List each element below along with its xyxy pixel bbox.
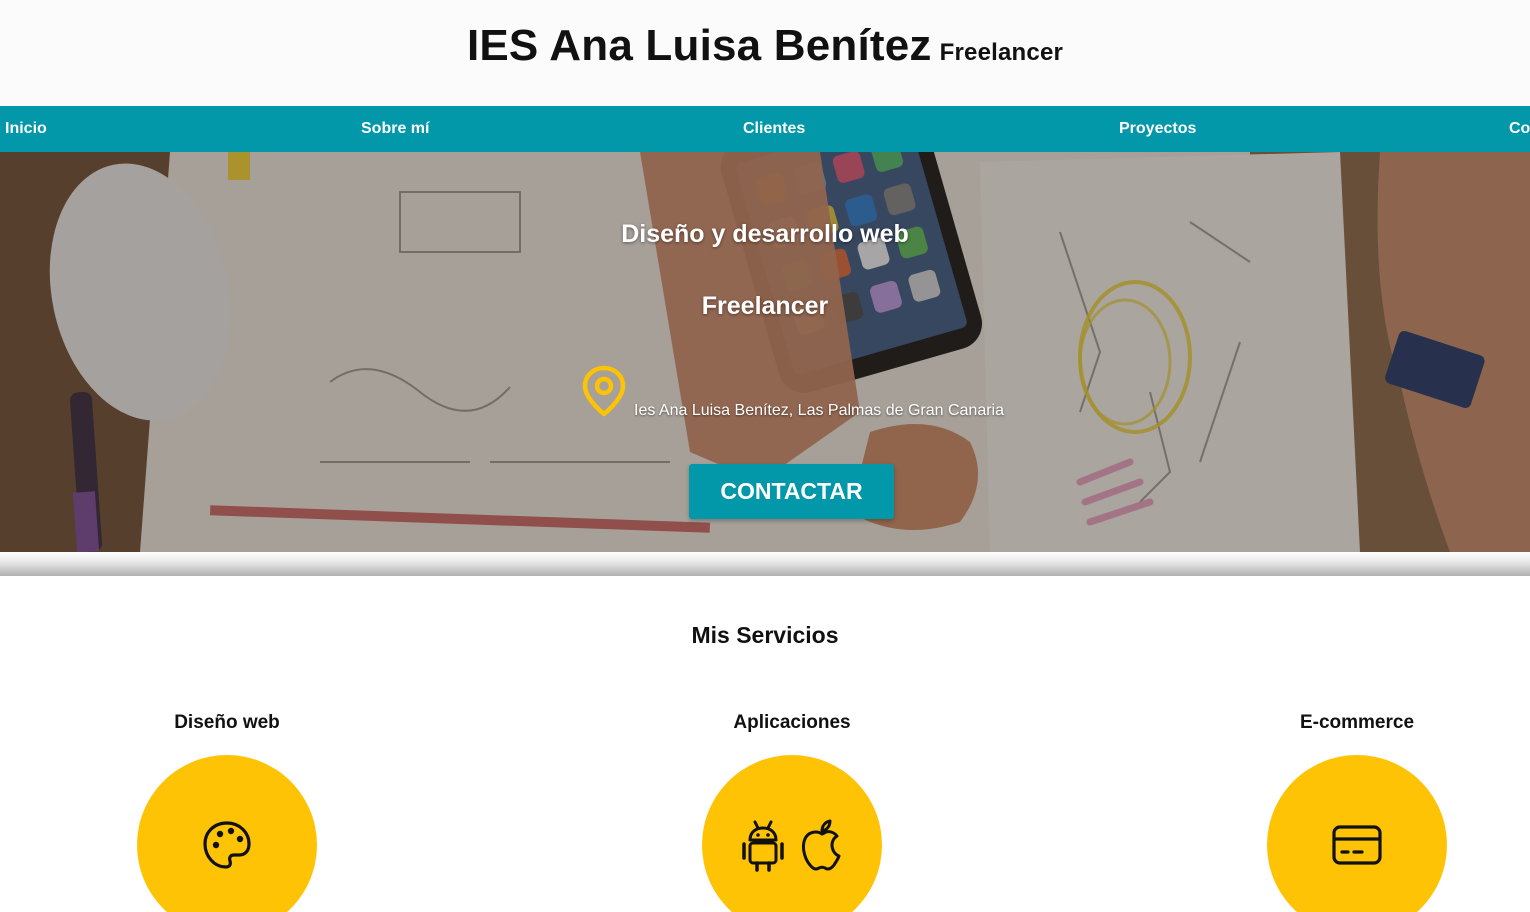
location-text: Ies Ana Luisa Benítez, Las Palmas de Gra…: [634, 402, 1004, 419]
contact-button[interactable]: CONTACTAR: [689, 464, 894, 519]
service-name: Aplicaciones: [733, 712, 851, 733]
services-title: Mis Servicios: [691, 622, 839, 648]
site-subtitle: Freelancer: [939, 39, 1064, 66]
credit-card-icon: [1332, 825, 1382, 865]
service-icon-circle: [137, 755, 317, 912]
nav-item-clientes[interactable]: Clientes: [743, 106, 805, 152]
service-name: E-commerce: [1299, 712, 1415, 733]
service-icon-circle: [1267, 755, 1447, 912]
service-name: Diseño web: [174, 712, 280, 733]
service-card-ecommerce[interactable]: E-commerce: [1227, 712, 1487, 912]
service-card-aplicaciones[interactable]: Aplicaciones: [662, 712, 922, 912]
hero-title: Diseño y desarrollo web: [621, 220, 909, 248]
hero-subtitle: Freelancer: [701, 292, 829, 320]
apple-icon: [801, 819, 841, 871]
service-card-diseno-web[interactable]: Diseño web: [97, 712, 357, 912]
hero-location: Ies Ana Luisa Benítez, Las Palmas de Gra…: [580, 364, 1004, 419]
main-nav: Inicio Sobre mí Clientes Proyectos Conta…: [0, 106, 1530, 152]
nav-item-contacto[interactable]: Contacto: [1509, 106, 1530, 152]
service-icon-circle: [702, 755, 882, 912]
hero-content: Diseño y desarrollo web Freelancer Ies A…: [0, 152, 1530, 552]
site-title: IES Ana Luisa Benítez Freelancer: [467, 21, 1063, 71]
android-icon: [742, 820, 784, 872]
site-title-text: IES Ana Luisa Benítez: [466, 21, 932, 70]
nav-item-sobre-mi[interactable]: Sobre mí: [361, 106, 429, 152]
hero-divider: [0, 552, 1530, 576]
nav-item-inicio[interactable]: Inicio: [5, 106, 47, 152]
palette-icon: [203, 821, 251, 869]
hero-section: Diseño y desarrollo web Freelancer Ies A…: [0, 152, 1530, 552]
nav-item-proyectos[interactable]: Proyectos: [1119, 106, 1196, 152]
services-section: Mis Servicios Diseño web Aplicaciones E-…: [0, 576, 1530, 912]
site-header: IES Ana Luisa Benítez Freelancer: [0, 0, 1530, 106]
map-pin-icon: [582, 365, 626, 417]
